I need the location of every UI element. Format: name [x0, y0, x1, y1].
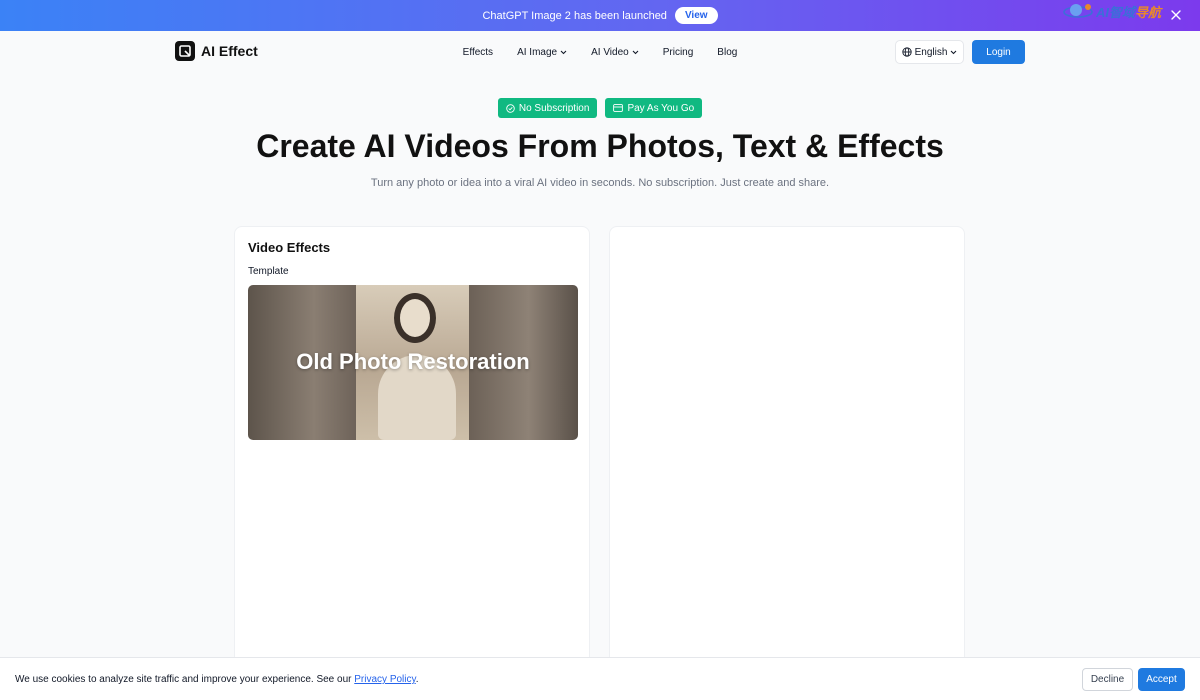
language-selector[interactable]: English [895, 40, 964, 64]
hero-badges: No Subscription Pay As You Go [0, 98, 1200, 118]
badge-pay-as-you-go: Pay As You Go [605, 98, 703, 118]
nav-label: Pricing [662, 46, 694, 58]
page-title: Create AI Videos From Photos, Text & Eff… [256, 128, 944, 164]
page-subtitle: Turn any photo or idea into a viral AI v… [370, 177, 830, 189]
logo-text: AI Effect [201, 43, 258, 59]
logo-icon [175, 41, 195, 61]
watermark-cjk-1: 智域 [1109, 4, 1136, 20]
chevron-down-icon [951, 50, 957, 54]
nav-label: AI Image [517, 46, 558, 58]
globe-icon [901, 47, 912, 57]
nav-item-effects[interactable]: Effects [463, 47, 493, 58]
badge-label: Pay As You Go [627, 102, 695, 114]
cookie-message: We use cookies to analyze site traffic a… [15, 674, 355, 685]
cookie-banner: We use cookies to analyze site traffic a… [0, 657, 1200, 700]
decline-button[interactable]: Decline [1082, 668, 1133, 691]
nav-label: Effects [462, 46, 494, 58]
accept-button[interactable]: Accept [1138, 668, 1185, 691]
logo[interactable]: AI Effect [175, 41, 258, 61]
nav-item-blog[interactable]: Blog [717, 47, 737, 58]
watermark-cjk-2: 导航 [1135, 4, 1162, 20]
chevron-down-icon [632, 50, 639, 54]
login-button[interactable]: Login [972, 40, 1025, 64]
badge-no-subscription: No Subscription [497, 98, 598, 118]
check-circle-icon [506, 103, 515, 113]
panel-title: Video Effects [248, 240, 331, 255]
nav-item-pricing[interactable]: Pricing [663, 47, 694, 58]
cookie-text: We use cookies to analyze site traffic a… [15, 674, 419, 685]
announcement-message: ChatGPT Image 2 has been launched [482, 9, 667, 22]
preview-panel [609, 226, 965, 686]
watermark-text: AI智域导航 [1096, 2, 1161, 21]
announcement-bar: ChatGPT Image 2 has been launched View [0, 0, 1200, 31]
site-watermark: AI智域导航 [1062, 0, 1182, 22]
template-label: Template [248, 266, 289, 277]
site-header: AI Effect Effects AI Image AI Video Pric… [0, 31, 1200, 73]
language-label: English [914, 46, 948, 58]
view-button[interactable]: View [674, 7, 718, 24]
credit-card-icon [613, 104, 624, 112]
template-photo-face [394, 293, 436, 343]
nav-label: AI Video [591, 46, 629, 58]
badge-label: No Subscription [518, 102, 590, 114]
nav-label: Blog [717, 46, 738, 58]
privacy-policy-link[interactable]: Privacy Policy [354, 674, 416, 685]
video-effects-panel: Video Effects Template Old Photo Restora… [234, 226, 590, 686]
nav-item-ai-video[interactable]: AI Video [591, 47, 639, 58]
nav-item-ai-image[interactable]: AI Image [517, 47, 567, 58]
cookie-suffix: . [415, 674, 419, 685]
template-card[interactable]: Old Photo Restoration [248, 285, 578, 440]
template-name: Old Photo Restoration [296, 349, 530, 374]
watermark-latin: AI [1096, 4, 1109, 20]
globe-logo-icon [1063, 4, 1093, 18]
chevron-down-icon [560, 50, 567, 54]
